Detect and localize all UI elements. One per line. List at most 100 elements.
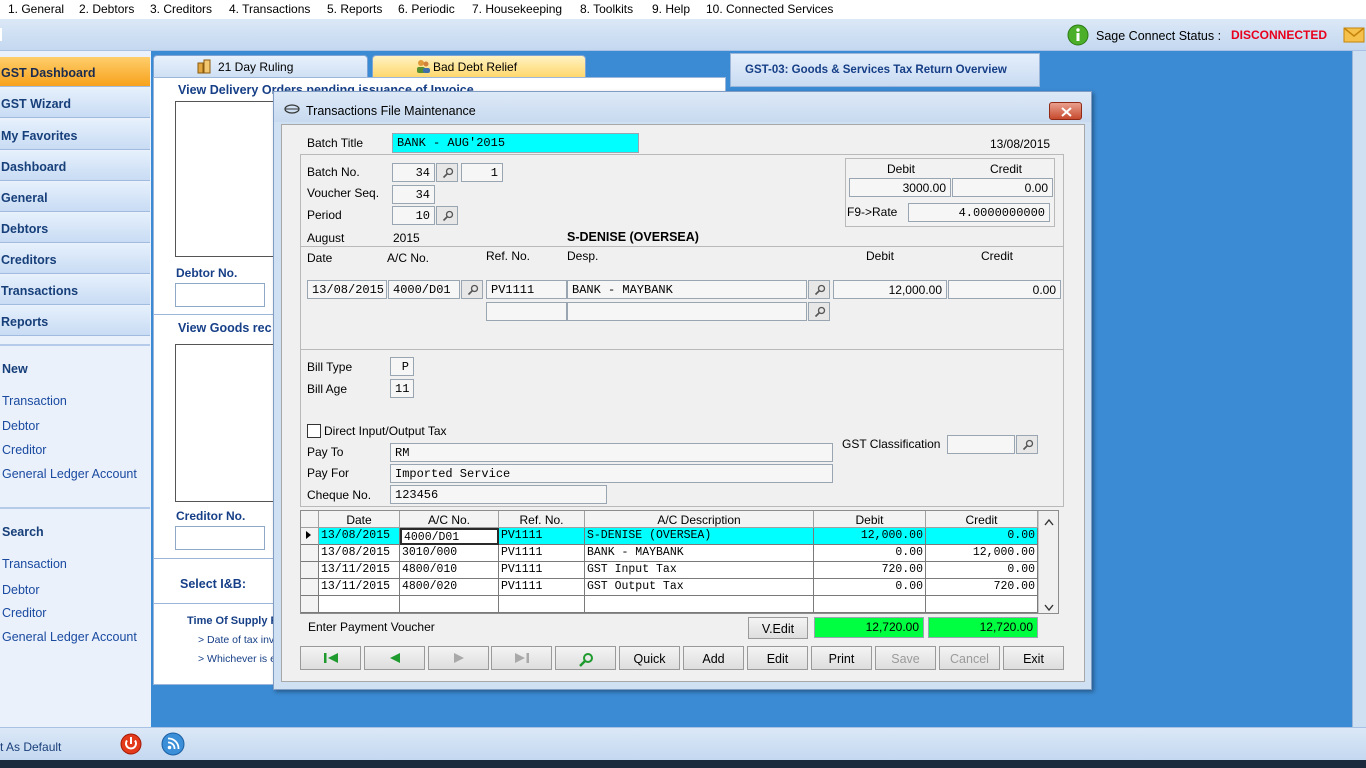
desp2-lookup-button[interactable] (808, 302, 830, 321)
menu-toolkits[interactable]: 8. Toolkits (580, 2, 633, 16)
grid-cell[interactable] (400, 596, 499, 613)
grid-cell[interactable]: 4800/020 (400, 579, 499, 596)
grid-scrollbar[interactable] (1038, 511, 1058, 613)
entry-debit-input[interactable]: 12,000.00 (833, 280, 947, 299)
grid-header-description[interactable]: A/C Description (585, 511, 814, 528)
entry-ac-input[interactable]: 4000/D01 (388, 280, 460, 299)
grid-cell[interactable]: 12,000.00 (814, 528, 926, 545)
search-creditor-link[interactable]: Creditor (2, 606, 46, 620)
sidebar-gst-dashboard[interactable]: GST Dashboard (0, 57, 150, 87)
grid-cell[interactable] (926, 596, 1038, 613)
batch-title-input[interactable]: BANK - AUG'2015 (392, 133, 639, 153)
grid-cell[interactable]: 0.00 (814, 579, 926, 596)
print-button[interactable]: Print (811, 646, 872, 670)
grid-cell[interactable]: 720.00 (926, 579, 1038, 596)
sidebar-my-favorites[interactable]: My Favorites (0, 120, 150, 150)
grid-cell[interactable]: PV1111 (499, 545, 585, 562)
grid-cell[interactable]: 13/08/2015 (319, 528, 400, 545)
save-button[interactable]: Save (875, 646, 936, 670)
grid-cell[interactable] (499, 596, 585, 613)
menu-transactions[interactable]: 4. Transactions (229, 2, 310, 16)
menu-housekeeping[interactable]: 7. Housekeeping (472, 2, 562, 16)
grid-cell[interactable]: 12,000.00 (926, 545, 1038, 562)
creditor-no-input[interactable] (175, 526, 265, 550)
grid-cell[interactable]: 13/11/2015 (319, 562, 400, 579)
entry-date-input[interactable]: 13/08/2015 (307, 280, 387, 299)
vedit-button[interactable]: V.Edit (748, 617, 808, 639)
gst-classification-input[interactable] (947, 435, 1015, 454)
close-icon[interactable] (1049, 102, 1082, 120)
sidebar-gst-wizard[interactable]: GST Wizard (0, 88, 150, 118)
rss-icon[interactable] (161, 732, 185, 756)
tab-21-day-ruling[interactable]: 21 Day Ruling (153, 55, 368, 77)
grid-header-ref[interactable]: Ref. No. (499, 511, 585, 528)
search-debtor-link[interactable]: Debtor (2, 583, 40, 597)
grid-cell[interactable]: 4800/010 (400, 562, 499, 579)
voucher-seq-input[interactable]: 34 (392, 185, 435, 204)
sidebar-general[interactable]: General (0, 182, 150, 212)
grid-cell[interactable] (585, 596, 814, 613)
period-lookup-button[interactable] (436, 206, 458, 225)
cheque-no-input[interactable]: 123456 (390, 485, 607, 504)
rate-input[interactable]: 4.0000000000 (908, 203, 1050, 222)
entry-ref2-input[interactable] (486, 302, 567, 321)
last-record-button[interactable] (491, 646, 552, 670)
grid-cell[interactable]: 13/11/2015 (319, 579, 400, 596)
menu-help[interactable]: 9. Help (652, 2, 690, 16)
sidebar-creditors[interactable]: Creditors (0, 244, 150, 274)
grid-cell[interactable]: GST Input Tax (585, 562, 814, 579)
set-as-default-link[interactable]: t As Default (0, 740, 61, 754)
entry-desp-input[interactable]: BANK - MAYBANK (567, 280, 807, 299)
sidebar-reports[interactable]: Reports (0, 306, 150, 336)
tab-bad-debt-relief[interactable]: Bad Debt Relief (372, 55, 586, 77)
grid-cell[interactable]: GST Output Tax (585, 579, 814, 596)
period-input[interactable]: 10 (392, 206, 435, 225)
edit-button[interactable]: Edit (747, 646, 808, 670)
sidebar-dashboard[interactable]: Dashboard (0, 151, 150, 181)
direct-tax-checkbox[interactable] (307, 424, 321, 438)
batch-seq-input[interactable]: 1 (461, 163, 503, 182)
grid-cell[interactable]: S-DENISE (OVERSEA) (585, 528, 814, 545)
debtor-no-input[interactable] (175, 283, 265, 307)
menu-creditors[interactable]: 3. Creditors (150, 2, 212, 16)
exit-button[interactable]: Exit (1003, 646, 1064, 670)
grid-cell-active[interactable]: 4000/D01 (400, 528, 499, 545)
menu-debtors[interactable]: 2. Debtors (79, 2, 134, 16)
grid-cell[interactable]: 0.00 (926, 528, 1038, 545)
grid-cell[interactable]: 0.00 (814, 545, 926, 562)
grid-cell[interactable]: 3010/000 (400, 545, 499, 562)
find-button[interactable] (555, 646, 616, 670)
next-record-button[interactable] (428, 646, 489, 670)
grid-cell[interactable] (814, 596, 926, 613)
grid-cell[interactable] (319, 596, 400, 613)
search-gl-account-link[interactable]: General Ledger Account (2, 630, 137, 644)
menu-reports[interactable]: 5. Reports (327, 2, 382, 16)
grid-header-debit[interactable]: Debit (814, 511, 926, 528)
gst-lookup-button[interactable] (1016, 435, 1038, 454)
new-creditor-link[interactable]: Creditor (2, 443, 46, 457)
quick-button[interactable]: Quick (619, 646, 680, 670)
pay-for-input[interactable]: Imported Service (390, 464, 833, 483)
desp-lookup-button[interactable] (808, 280, 830, 299)
scroll-up-icon[interactable] (1043, 515, 1055, 529)
grid-header-credit[interactable]: Credit (926, 511, 1038, 528)
menu-connected-services[interactable]: 10. Connected Services (706, 2, 833, 16)
bill-age-input[interactable]: 11 (390, 379, 414, 398)
menu-general[interactable]: 1. General (8, 2, 64, 16)
search-transaction-link[interactable]: Transaction (2, 557, 67, 571)
new-gl-account-link[interactable]: General Ledger Account (2, 467, 137, 481)
grid-cell[interactable]: 720.00 (814, 562, 926, 579)
entry-desp2-input[interactable] (567, 302, 807, 321)
new-transaction-link[interactable]: Transaction (2, 394, 67, 408)
grid-header-date[interactable]: Date (319, 511, 400, 528)
batch-no-input[interactable]: 34 (392, 163, 435, 182)
new-debtor-link[interactable]: Debtor (2, 419, 40, 433)
entry-ref-input[interactable]: PV1111 (486, 280, 567, 299)
bill-type-input[interactable]: P (390, 357, 414, 376)
batch-lookup-button[interactable] (436, 163, 458, 182)
scroll-down-icon[interactable] (1043, 601, 1055, 615)
cancel-button[interactable]: Cancel (939, 646, 1000, 670)
grid-cell[interactable]: PV1111 (499, 562, 585, 579)
pay-to-input[interactable]: RM (390, 443, 833, 462)
sidebar-transactions[interactable]: Transactions (0, 275, 150, 305)
